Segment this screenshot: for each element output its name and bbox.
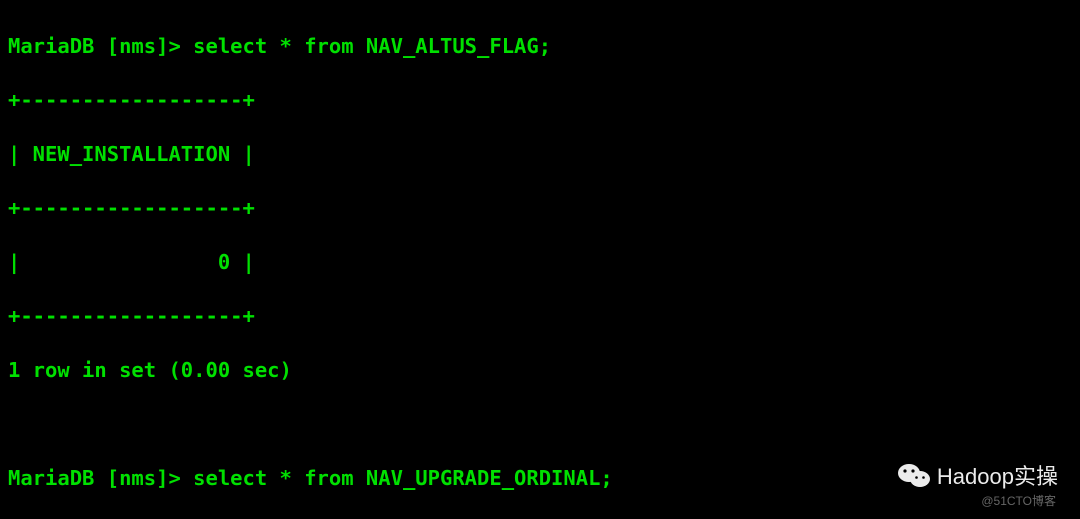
table-separator: +------------------+ bbox=[8, 195, 1072, 222]
blank-line bbox=[8, 411, 1072, 438]
table-row: | 0 | bbox=[8, 249, 1072, 276]
wechat-icon bbox=[897, 461, 931, 489]
query-status: 1 row in set (0.00 sec) bbox=[8, 357, 1072, 384]
watermark: Hadoop实操 bbox=[897, 459, 1058, 491]
prompt-line-1: MariaDB [nms]> select * from NAV_ALTUS_F… bbox=[8, 33, 1072, 60]
sql-prompt: MariaDB [nms]> bbox=[8, 466, 193, 490]
watermark-text: Hadoop实操 bbox=[937, 459, 1058, 491]
sql-query: select * from NAV_ALTUS_FLAG; bbox=[193, 34, 551, 58]
sql-query: select * from NAV_UPGRADE_ORDINAL; bbox=[193, 466, 613, 490]
terminal-output[interactable]: MariaDB [nms]> select * from NAV_ALTUS_F… bbox=[0, 0, 1080, 519]
sql-prompt: MariaDB [nms]> bbox=[8, 34, 193, 58]
site-credit: @51CTO博客 bbox=[981, 492, 1056, 509]
table-separator: +------------------+ bbox=[8, 303, 1072, 330]
table-header-row: | NEW_INSTALLATION | bbox=[8, 141, 1072, 168]
table-separator: +------------------+ bbox=[8, 87, 1072, 114]
